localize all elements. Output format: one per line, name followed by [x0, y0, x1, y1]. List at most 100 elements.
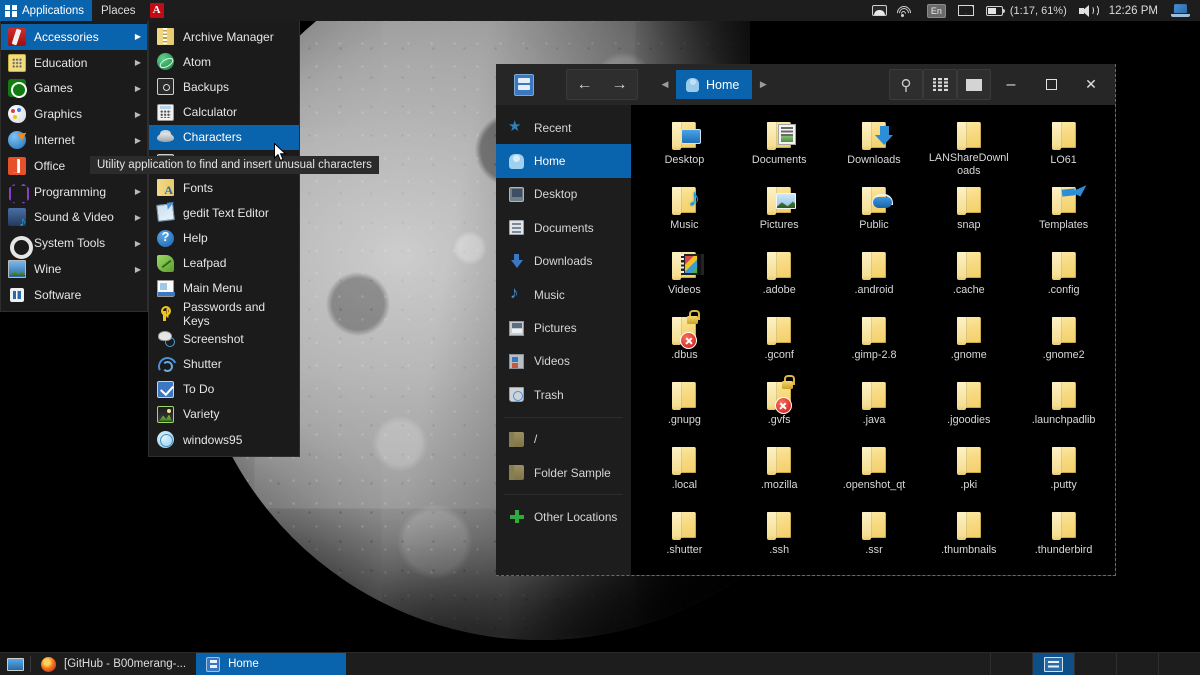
breadcrumb-prev-icon[interactable]: ◀	[654, 70, 676, 99]
tray-mail-button[interactable]	[952, 0, 980, 21]
sidebar-item-recent[interactable]: Recent	[496, 111, 631, 144]
file-item[interactable]: .gnome2	[1016, 308, 1111, 373]
top-panel[interactable]: Applications Places A En (1:17, 61%) 12:…	[0, 0, 1200, 21]
file-item[interactable]: .openshot_qt	[827, 438, 922, 503]
submenu-item-to-do[interactable]: To Do	[149, 377, 299, 402]
menu-button[interactable]	[957, 69, 991, 100]
sidebar-item-desktop[interactable]: Desktop	[496, 178, 631, 211]
submenu-item-leafpad[interactable]: Leafpad	[149, 251, 299, 276]
close-button[interactable]: ✕	[1071, 68, 1111, 102]
breadcrumb[interactable]: ◀ Home ▶	[654, 70, 774, 99]
sidebar-item-downloads[interactable]: Downloads	[496, 245, 631, 278]
sidebar-item-music[interactable]: Music	[496, 278, 631, 311]
file-item[interactable]: .gvfs	[732, 373, 827, 438]
file-item[interactable]: .cache	[921, 243, 1016, 308]
breadcrumb-item-home[interactable]: Home	[676, 70, 752, 99]
menu-item-software[interactable]: Software	[1, 282, 147, 308]
acrobat-launcher[interactable]: A	[145, 0, 169, 21]
back-button[interactable]: ←	[567, 70, 602, 99]
sidebar-item-[interactable]: /	[496, 423, 631, 456]
taskbar-item-browser[interactable]: [GitHub - B00merang-...	[31, 653, 196, 675]
file-manager-window[interactable]: ← → ◀ Home ▶ ⚲ – ✕	[496, 64, 1116, 576]
show-desktop-button[interactable]	[0, 653, 30, 675]
minimize-button[interactable]: –	[991, 68, 1031, 102]
file-item[interactable]: .adobe	[732, 243, 827, 308]
workspace-2[interactable]	[1032, 653, 1074, 675]
applications-menu-button[interactable]: Applications	[0, 0, 92, 21]
maximize-button[interactable]	[1031, 68, 1071, 102]
sidebar-item-documents[interactable]: Documents	[496, 211, 631, 244]
file-item[interactable]: Videos	[637, 243, 732, 308]
file-item[interactable]: Downloads	[827, 113, 922, 178]
menu-item-graphics[interactable]: Graphics▶	[1, 101, 147, 127]
tray-network-button[interactable]	[893, 0, 921, 21]
file-item[interactable]: Public	[827, 178, 922, 243]
menu-item-education[interactable]: Education▶	[1, 50, 147, 76]
file-item[interactable]: .gimp-2.8	[827, 308, 922, 373]
system-tray[interactable]: En (1:17, 61%) 12:26 PM	[866, 0, 1200, 21]
sidebar-item-other-locations[interactable]: Other Locations	[496, 500, 631, 533]
tray-volume-button[interactable]	[1073, 0, 1102, 21]
search-button[interactable]: ⚲	[889, 69, 923, 100]
file-grid[interactable]: DesktopDocumentsDownloadsLANShareDownloa…	[631, 105, 1115, 575]
file-item[interactable]: Pictures	[732, 178, 827, 243]
submenu-item-gedit-text-editor[interactable]: gedit Text Editor	[149, 200, 299, 225]
workspace-4[interactable]	[1116, 653, 1158, 675]
file-item[interactable]: Desktop	[637, 113, 732, 178]
menu-item-accessories[interactable]: Accessories▶	[1, 24, 147, 50]
submenu-item-passwords-and-keys[interactable]: Passwords and Keys	[149, 301, 299, 326]
submenu-item-calculator[interactable]: Calculator	[149, 100, 299, 125]
file-item[interactable]: ♪Music	[637, 178, 732, 243]
file-item[interactable]: .ssh	[732, 503, 827, 568]
menu-item-games[interactable]: Games▶	[1, 76, 147, 102]
submenu-item-atom[interactable]: Atom	[149, 49, 299, 74]
places-menu-button[interactable]: Places	[92, 0, 145, 21]
file-item[interactable]: Documents	[732, 113, 827, 178]
file-item[interactable]: .local	[637, 438, 732, 503]
file-item[interactable]: .shutter	[637, 503, 732, 568]
task-list[interactable]: [GitHub - B00merang-...Home	[31, 653, 346, 675]
file-item[interactable]: .putty	[1016, 438, 1111, 503]
file-item[interactable]: .gconf	[732, 308, 827, 373]
forward-button[interactable]: →	[602, 70, 637, 99]
file-item[interactable]: LANShareDownloads	[921, 113, 1016, 178]
menu-item-system-tools[interactable]: System Tools▶	[1, 230, 147, 256]
file-item[interactable]: .java	[827, 373, 922, 438]
taskbar-item-home[interactable]: Home	[196, 653, 346, 675]
file-item[interactable]: snap	[921, 178, 1016, 243]
sidebar-item-home[interactable]: Home	[496, 144, 631, 177]
tray-display-button[interactable]	[866, 0, 893, 21]
menu-item-internet[interactable]: Internet▶	[1, 127, 147, 153]
workspace-5[interactable]	[1158, 653, 1200, 675]
file-item[interactable]: .ssr	[827, 503, 922, 568]
workspace-switcher[interactable]	[990, 653, 1200, 675]
sidebar-item-folder-sample[interactable]: Folder Sample	[496, 456, 631, 489]
file-item[interactable]: .thunderbird	[1016, 503, 1111, 568]
sidebar-item-pictures[interactable]: Pictures	[496, 311, 631, 344]
submenu-item-backups[interactable]: Backups	[149, 74, 299, 99]
sidebar-item-videos[interactable]: Videos	[496, 345, 631, 378]
tray-laptop-button[interactable]	[1165, 0, 1196, 21]
accessories-submenu[interactable]: Archive ManagerAtomBackupsCalculatorChar…	[148, 21, 300, 457]
submenu-item-screenshot[interactable]: Screenshot	[149, 326, 299, 351]
window-titlebar[interactable]: ← → ◀ Home ▶ ⚲ – ✕	[496, 64, 1115, 105]
menu-item-sound-video[interactable]: Sound & Video▶	[1, 205, 147, 231]
tray-battery[interactable]: (1:17, 61%)	[980, 0, 1073, 21]
submenu-item-variety[interactable]: Variety	[149, 402, 299, 427]
file-item[interactable]: .dbus	[637, 308, 732, 373]
submenu-item-fonts[interactable]: Fonts	[149, 175, 299, 200]
file-item[interactable]: LO61	[1016, 113, 1111, 178]
submenu-item-windows95[interactable]: windows95	[149, 427, 299, 452]
submenu-item-help[interactable]: Help	[149, 226, 299, 251]
menu-item-wine[interactable]: Wine▶	[1, 256, 147, 282]
menu-item-programming[interactable]: Programming▶	[1, 179, 147, 205]
clock[interactable]: 12:26 PM	[1102, 0, 1165, 21]
file-item[interactable]: Templates	[1016, 178, 1111, 243]
file-item[interactable]: .launchpadlib	[1016, 373, 1111, 438]
submenu-item-main-menu[interactable]: Main Menu	[149, 276, 299, 301]
view-toggle-button[interactable]	[923, 69, 957, 100]
file-item[interactable]: .gnupg	[637, 373, 732, 438]
file-item[interactable]: .gnome	[921, 308, 1016, 373]
submenu-item-shutter[interactable]: Shutter	[149, 351, 299, 376]
submenu-item-archive-manager[interactable]: Archive Manager	[149, 24, 299, 49]
